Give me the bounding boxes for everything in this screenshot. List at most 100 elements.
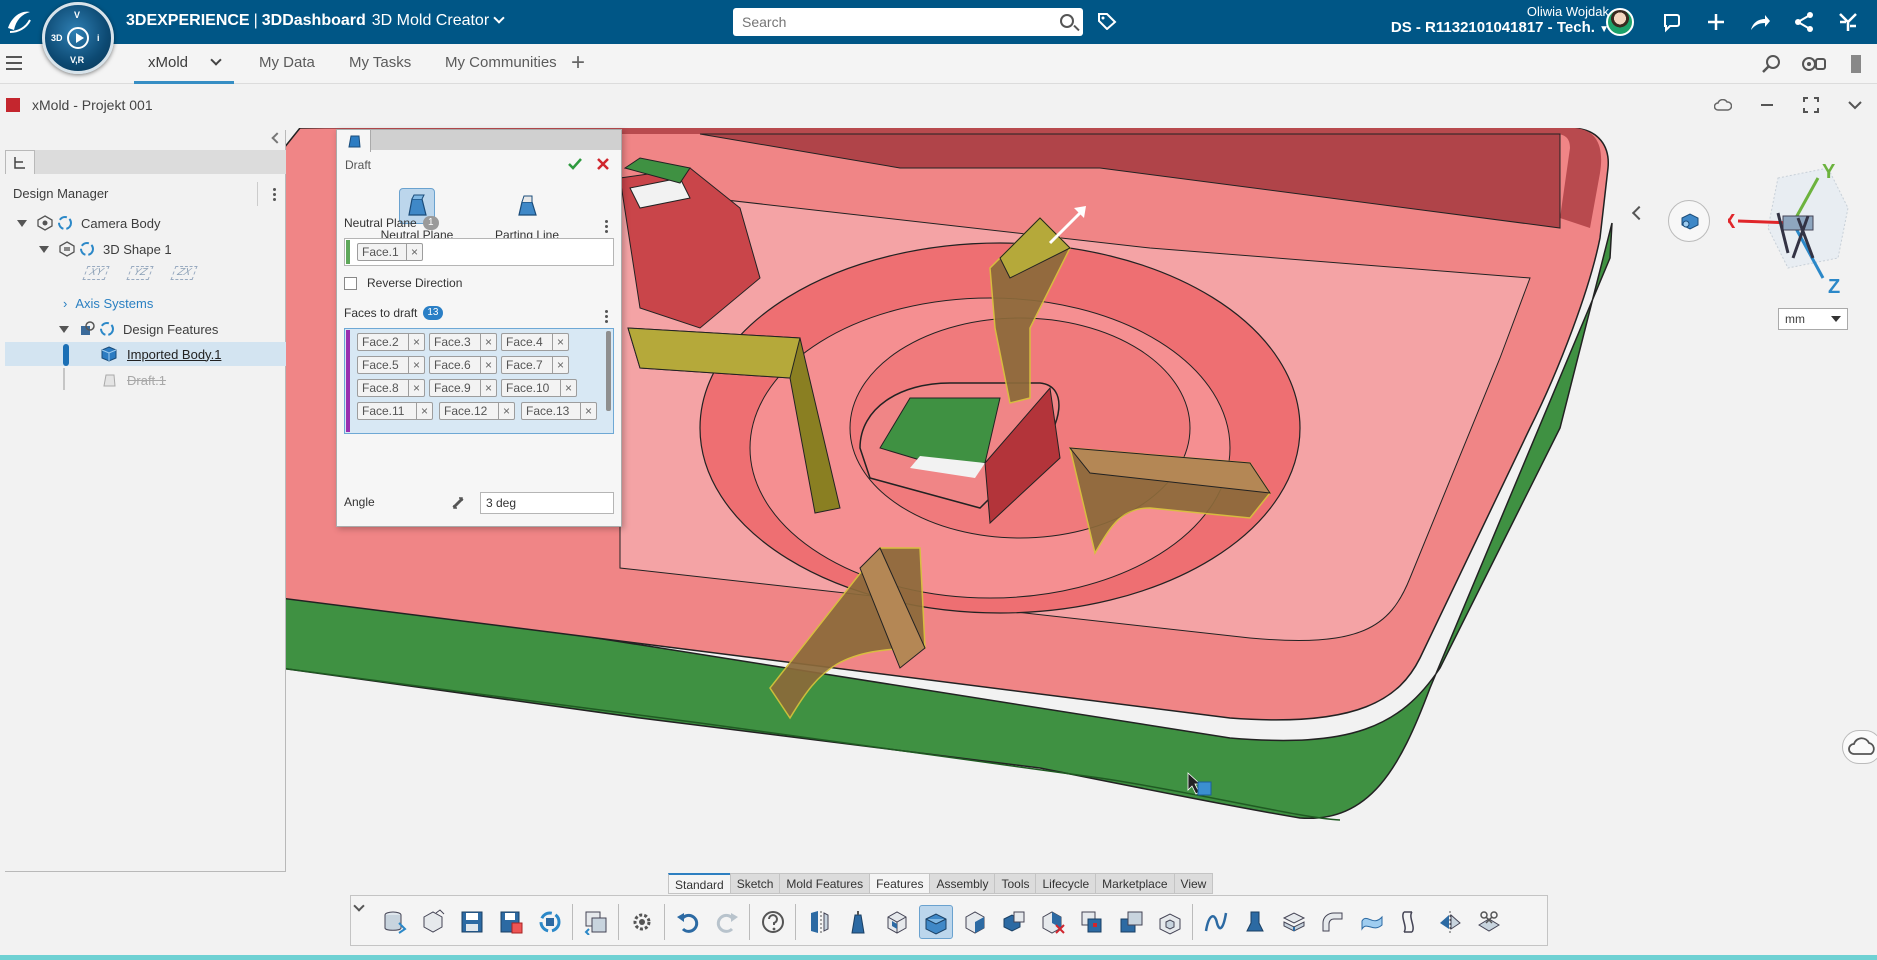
update-icon[interactable] (533, 905, 567, 939)
axis-triad[interactable]: X Y Z (1728, 158, 1858, 298)
curve-icon[interactable] (1199, 905, 1233, 939)
help-icon[interactable] (756, 905, 790, 939)
apps-icon[interactable] (1826, 8, 1870, 36)
action-tab-marketplace[interactable]: Marketplace (1095, 873, 1174, 894)
tree-node-axis-systems[interactable]: › Axis Systems (63, 292, 153, 314)
open-part-icon[interactable] (416, 905, 450, 939)
face-chip[interactable]: Face.11 × (357, 402, 433, 420)
remove-chip-icon[interactable]: × (498, 403, 514, 419)
remove-chip-icon[interactable]: × (552, 334, 568, 350)
reverse-direction-row[interactable]: Reverse Direction (344, 276, 462, 290)
ok-check-icon[interactable] (565, 154, 585, 174)
pocket-icon[interactable] (1153, 905, 1187, 939)
tab-my-communities[interactable]: My Communities (445, 44, 557, 84)
tag-icon[interactable] (1097, 12, 1117, 30)
split-surface-icon[interactable] (1394, 905, 1428, 939)
undo-icon[interactable] (671, 905, 705, 939)
unit-select[interactable]: mm (1778, 308, 1848, 330)
face-chip[interactable]: Face.5 × (357, 356, 425, 374)
tree-tab-structure[interactable] (5, 150, 35, 174)
face-chip[interactable]: Face.9 × (429, 379, 497, 397)
remove-chip-icon[interactable]: × (480, 380, 496, 396)
remove-chip-icon[interactable]: × (552, 357, 568, 373)
maximize-icon[interactable] (1789, 94, 1833, 116)
more-options-icon[interactable] (264, 182, 284, 206)
add-tab-button[interactable]: + (571, 51, 585, 75)
redo-icon[interactable] (710, 905, 744, 939)
trim-icon[interactable] (1472, 905, 1506, 939)
menu-icon[interactable] (6, 56, 22, 70)
collapse-panel-icon[interactable] (1835, 50, 1877, 78)
face-chip[interactable]: Face.8 × (357, 379, 425, 397)
more-options-icon[interactable] (601, 218, 611, 234)
plate-icon[interactable] (1277, 905, 1311, 939)
action-tab-sketch[interactable]: Sketch (729, 873, 780, 894)
tab-my-tasks[interactable]: My Tasks (349, 44, 411, 84)
tab-xmold[interactable]: xMold (134, 44, 234, 84)
add-icon[interactable] (1694, 8, 1738, 36)
remove-chip-icon[interactable]: × (480, 334, 496, 350)
tree-node-imported-body[interactable]: Imported Body.1 (101, 343, 221, 365)
face-chip[interactable]: Face.4 × (501, 333, 569, 351)
remove-chip-icon[interactable]: × (560, 380, 576, 396)
faces-to-draft-field[interactable]: Face.2 × Face.3 × Face.4 × Face.5 × Face.6 × Face.… (344, 328, 614, 434)
face-chip[interactable]: Face.2 × (357, 333, 425, 351)
chevron-down-icon[interactable] (210, 54, 222, 66)
angle-input[interactable]: 3 deg (480, 492, 614, 514)
avatar[interactable] (1606, 8, 1634, 36)
ejector-icon[interactable] (1238, 905, 1272, 939)
remove-chip-icon[interactable]: × (416, 403, 432, 419)
body-boolean-icon[interactable] (997, 905, 1031, 939)
expand-icon[interactable] (17, 219, 27, 227)
cancel-close-icon[interactable] (593, 154, 613, 174)
action-tab-mold-features[interactable]: Mold Features (779, 873, 870, 894)
record-icon[interactable] (1793, 50, 1835, 78)
surface-icon[interactable] (1355, 905, 1389, 939)
remove-chip-icon[interactable]: × (408, 380, 424, 396)
mirror-icon[interactable] (1433, 905, 1467, 939)
user-info[interactable]: Oliwia Wojdak DS - R1132101041817 - Tech… (1391, 4, 1609, 36)
chevron-down-icon[interactable] (1833, 94, 1877, 116)
chevron-right-icon[interactable]: › (63, 296, 67, 311)
dialog-tab[interactable] (337, 130, 371, 152)
cut-body-icon[interactable] (1036, 905, 1070, 939)
cloud-status-button[interactable] (1842, 730, 1877, 764)
cloud-icon[interactable] (1701, 94, 1745, 116)
database-icon[interactable] (377, 905, 411, 939)
search-input[interactable] (733, 8, 1033, 36)
neutral-plane-field[interactable]: Face.1 × (344, 238, 614, 266)
plane-xy-icon[interactable]: XY (82, 266, 110, 280)
tree-node-draft[interactable]: Draft.1 (101, 369, 166, 391)
remove-chip-icon[interactable]: × (408, 357, 424, 373)
tree-node-3d-shape[interactable]: 3D Shape 1 (39, 238, 172, 260)
action-tab-assembly[interactable]: Assembly (929, 873, 995, 894)
face-chip[interactable]: Face.7 × (501, 356, 569, 374)
save-with-options-icon[interactable] (494, 905, 528, 939)
expand-icon[interactable] (39, 245, 49, 253)
view-selector-button[interactable] (1668, 200, 1710, 242)
more-options-icon[interactable] (601, 308, 611, 324)
replace-icon[interactable] (579, 905, 613, 939)
minimize-icon[interactable] (1745, 94, 1789, 116)
sweep-icon[interactable] (1316, 905, 1350, 939)
compass-button[interactable]: V 3D i V,R (42, 2, 114, 74)
expand-action-bar-icon[interactable] (353, 900, 365, 912)
face-chip[interactable]: Face.1 × (357, 243, 423, 261)
remove-face-icon[interactable] (1075, 905, 1109, 939)
draft-command-icon[interactable] (919, 905, 953, 939)
settings-gear-icon[interactable] (625, 905, 659, 939)
inspect-icon[interactable] (1751, 50, 1793, 78)
mode-parting-line[interactable]: Parting Line (487, 188, 567, 242)
mode-neutral-plane[interactable]: Neutral Plane (377, 188, 457, 242)
ds-logo-icon[interactable] (4, 6, 34, 36)
notification-icon[interactable] (1650, 8, 1694, 36)
split-icon[interactable] (802, 905, 836, 939)
remove-chip-icon[interactable]: × (408, 334, 424, 350)
action-tab-tools[interactable]: Tools (994, 873, 1036, 894)
tree-node-design-features[interactable]: Design Features (59, 318, 218, 340)
remove-chip-icon[interactable]: × (580, 403, 596, 419)
face-chip[interactable]: Face.13 × (521, 402, 597, 420)
collapse-tree-icon[interactable] (271, 132, 283, 144)
plane-zx-icon[interactable]: ZX (170, 266, 198, 280)
plane-yz-icon[interactable]: YZ (126, 266, 154, 280)
